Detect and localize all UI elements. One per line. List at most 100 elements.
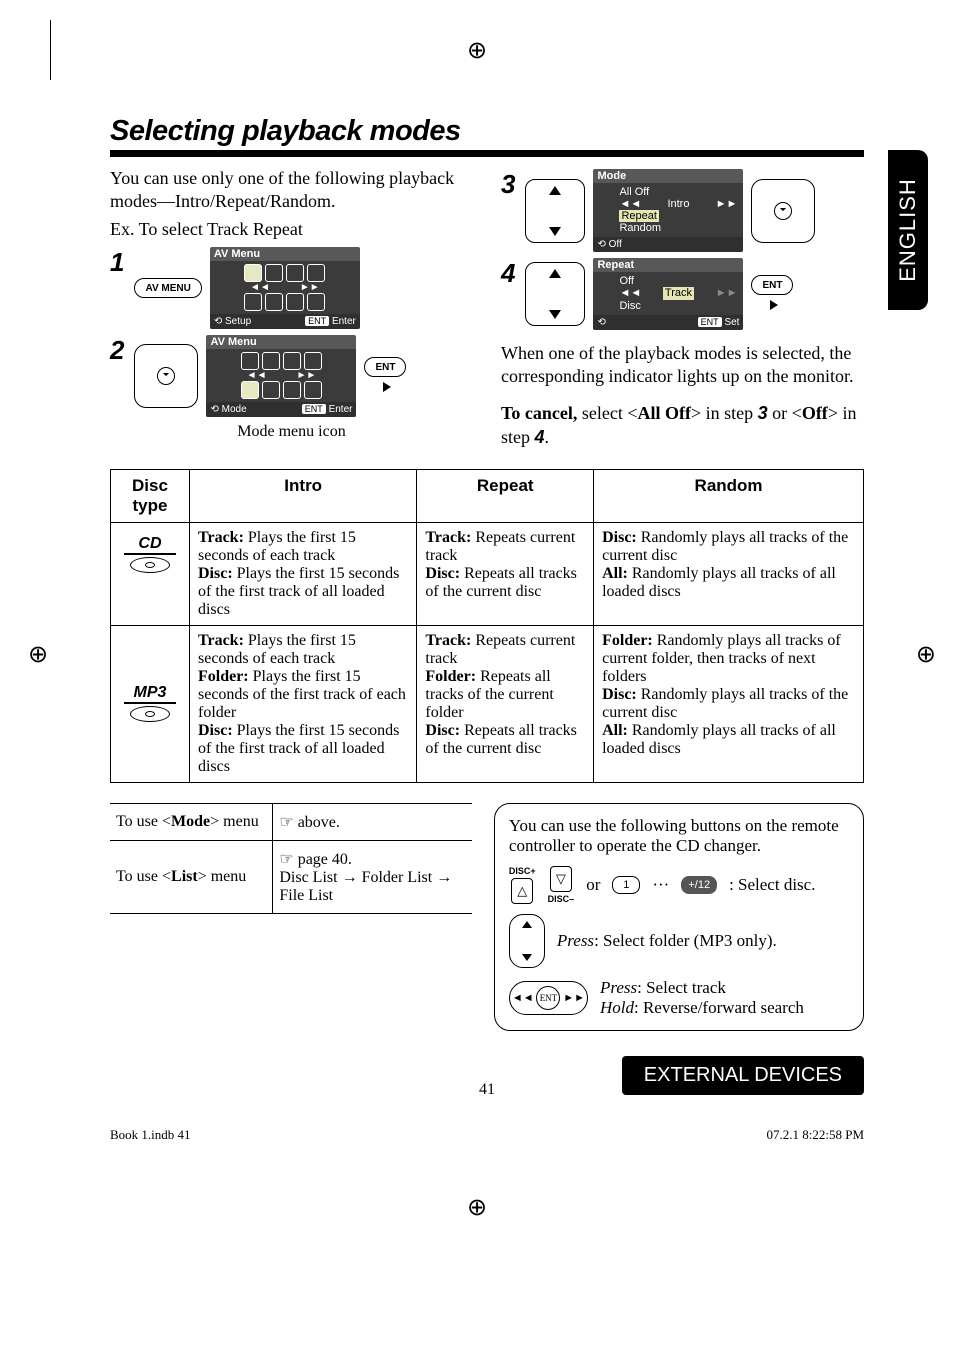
osd-option: Intro bbox=[667, 198, 689, 210]
cd-icon: CD bbox=[124, 535, 176, 575]
num-key-1[interactable]: 1 bbox=[612, 876, 640, 894]
osd-icon bbox=[262, 352, 280, 370]
osd-icon-mode bbox=[241, 381, 259, 399]
osd-icon bbox=[265, 293, 283, 311]
footer-right: 07.2.1 8:22:58 PM bbox=[766, 1127, 864, 1143]
crop-mark-left: ⊕ bbox=[28, 640, 48, 669]
osd-icon bbox=[244, 264, 262, 282]
result-text: When one of the playback modes is select… bbox=[501, 342, 864, 389]
osd-screen-mode: Mode All Off ◄◄Intro►► Repeat Random ⟲ O… bbox=[593, 169, 743, 252]
col-header-disctype: Disc type bbox=[111, 470, 190, 523]
osd-icon bbox=[307, 293, 325, 311]
osd-option-selected: Repeat bbox=[619, 210, 658, 222]
osd-title: AV Menu bbox=[210, 247, 360, 261]
osd-screen-repeat: Repeat Off ◄◄Track►► Disc ⟲ENT Set bbox=[593, 258, 743, 329]
language-label: ENGLISH bbox=[895, 178, 921, 282]
step-number-4: 4 bbox=[501, 258, 515, 289]
osd-icon bbox=[283, 352, 301, 370]
osd-ent-badge: ENT bbox=[305, 316, 329, 326]
osd-icon bbox=[307, 264, 325, 282]
osd-ent-badge: ENT bbox=[698, 317, 722, 327]
jog-control[interactable] bbox=[525, 262, 585, 326]
osd-option: Random bbox=[619, 222, 737, 234]
osd-option: Disc bbox=[619, 300, 737, 312]
ent-button[interactable]: ENT bbox=[364, 357, 406, 377]
osd-option: Off bbox=[619, 275, 737, 287]
crop-tick bbox=[50, 20, 64, 80]
osd-footer-right: Enter bbox=[332, 316, 356, 327]
osd-icon bbox=[286, 264, 304, 282]
crop-mark-top: ⊕ bbox=[467, 36, 487, 65]
osd-option: All Off bbox=[619, 186, 737, 198]
submenu-list-label: To use <List> menu bbox=[110, 841, 273, 914]
osd-icon bbox=[265, 264, 283, 282]
osd-icon bbox=[262, 381, 280, 399]
disc-up-key[interactable]: △ bbox=[511, 878, 533, 904]
osd-footer-left: Setup bbox=[225, 316, 251, 327]
disc-plus-label: DISC+ bbox=[509, 866, 536, 876]
num-key-12[interactable]: +/12 bbox=[681, 876, 717, 894]
jog-control[interactable] bbox=[525, 179, 585, 243]
osd-icon bbox=[286, 293, 304, 311]
col-header-repeat: Repeat bbox=[417, 470, 594, 523]
osd-icon bbox=[241, 352, 259, 370]
osd-icon bbox=[304, 352, 322, 370]
remote-intro: You can use the following buttons on the… bbox=[509, 816, 849, 856]
intro-text-2: Ex. To select Track Repeat bbox=[110, 218, 473, 241]
ent-button[interactable]: ENT bbox=[751, 275, 793, 295]
submenu-mode-value: ☞ above. bbox=[273, 804, 472, 841]
pointer-icon: ☞ bbox=[279, 851, 293, 868]
mp3-icon: MP3 bbox=[124, 684, 176, 724]
or-text: or bbox=[586, 875, 600, 895]
intro-text-1: You can use only one of the following pl… bbox=[110, 167, 473, 214]
osd-footer-left: Mode bbox=[222, 404, 247, 415]
col-header-random: Random bbox=[594, 470, 864, 523]
section-tab: EXTERNAL DEVICES bbox=[622, 1056, 864, 1095]
osd-footer-right: Enter bbox=[329, 404, 353, 415]
submenu-table: To use <Mode> menu ☞ above. To use <List… bbox=[110, 803, 472, 914]
print-footer: Book 1.indb 41 07.2.1 8:22:58 PM bbox=[110, 1127, 864, 1143]
crop-mark-right: ⊕ bbox=[916, 640, 936, 669]
remote-lr-pad[interactable]: ◄◄ ENT ►► bbox=[509, 981, 588, 1015]
table-row: MP3 Track: Plays the first 15 seconds of… bbox=[111, 626, 864, 783]
osd-option-selected: Track bbox=[663, 287, 694, 299]
step-number-1: 1 bbox=[110, 247, 124, 278]
submenu-mode-label: To use <Mode> menu bbox=[110, 804, 273, 841]
osd-title: AV Menu bbox=[206, 335, 356, 349]
osd-icon bbox=[283, 381, 301, 399]
select-disc-text: : Select disc. bbox=[729, 875, 815, 895]
col-header-intro: Intro bbox=[189, 470, 416, 523]
step-number-2: 2 bbox=[110, 335, 124, 366]
av-menu-button[interactable]: AV MENU bbox=[134, 278, 201, 298]
step-number-3: 3 bbox=[501, 169, 515, 200]
hold-label: Hold bbox=[600, 998, 634, 1017]
remote-jog[interactable] bbox=[509, 914, 545, 968]
modes-table: Disc type Intro Repeat Random CD Track: … bbox=[110, 469, 864, 783]
select-track-text: : Select track bbox=[637, 978, 726, 997]
reverse-forward-text: : Reverse/forward search bbox=[634, 998, 804, 1017]
select-folder-text: : Select folder (MP3 only). bbox=[594, 931, 777, 950]
play-icon bbox=[383, 382, 391, 392]
dpad-control[interactable] bbox=[751, 179, 815, 243]
remote-controller-box: You can use the following buttons on the… bbox=[494, 803, 864, 1031]
play-icon bbox=[770, 300, 778, 310]
osd-title: Mode bbox=[593, 169, 743, 183]
osd-title: Repeat bbox=[593, 258, 743, 272]
osd-ent-badge: ENT bbox=[302, 404, 326, 414]
submenu-list-value: ☞ page 40. Disc List → Folder List → Fil… bbox=[273, 841, 472, 914]
mode-icon-caption: Mode menu icon bbox=[110, 423, 473, 441]
osd-icon bbox=[304, 381, 322, 399]
dpad-control[interactable] bbox=[134, 344, 198, 408]
cancel-text: To cancel, select <All Off> in step 3 or… bbox=[501, 402, 864, 449]
pointer-icon: ☞ bbox=[279, 814, 293, 831]
disc-down-key[interactable]: ▽ bbox=[550, 866, 572, 892]
section-title: Selecting playback modes bbox=[110, 115, 864, 157]
osd-screen-avmenu-1: AV Menu ◄◄►► ⟲ Setup ENT Enter bbox=[210, 247, 360, 329]
osd-footer-right: Set bbox=[724, 317, 739, 328]
osd-screen-avmenu-2: AV Menu ◄◄►► ⟲ Mode ENT Enter bbox=[206, 335, 356, 417]
osd-icon bbox=[244, 293, 262, 311]
page-number: 41 bbox=[479, 1081, 495, 1099]
press-label: Press bbox=[557, 931, 594, 950]
footer-left: Book 1.indb 41 bbox=[110, 1127, 191, 1143]
crop-mark-bottom: ⊕ bbox=[467, 1193, 487, 1222]
